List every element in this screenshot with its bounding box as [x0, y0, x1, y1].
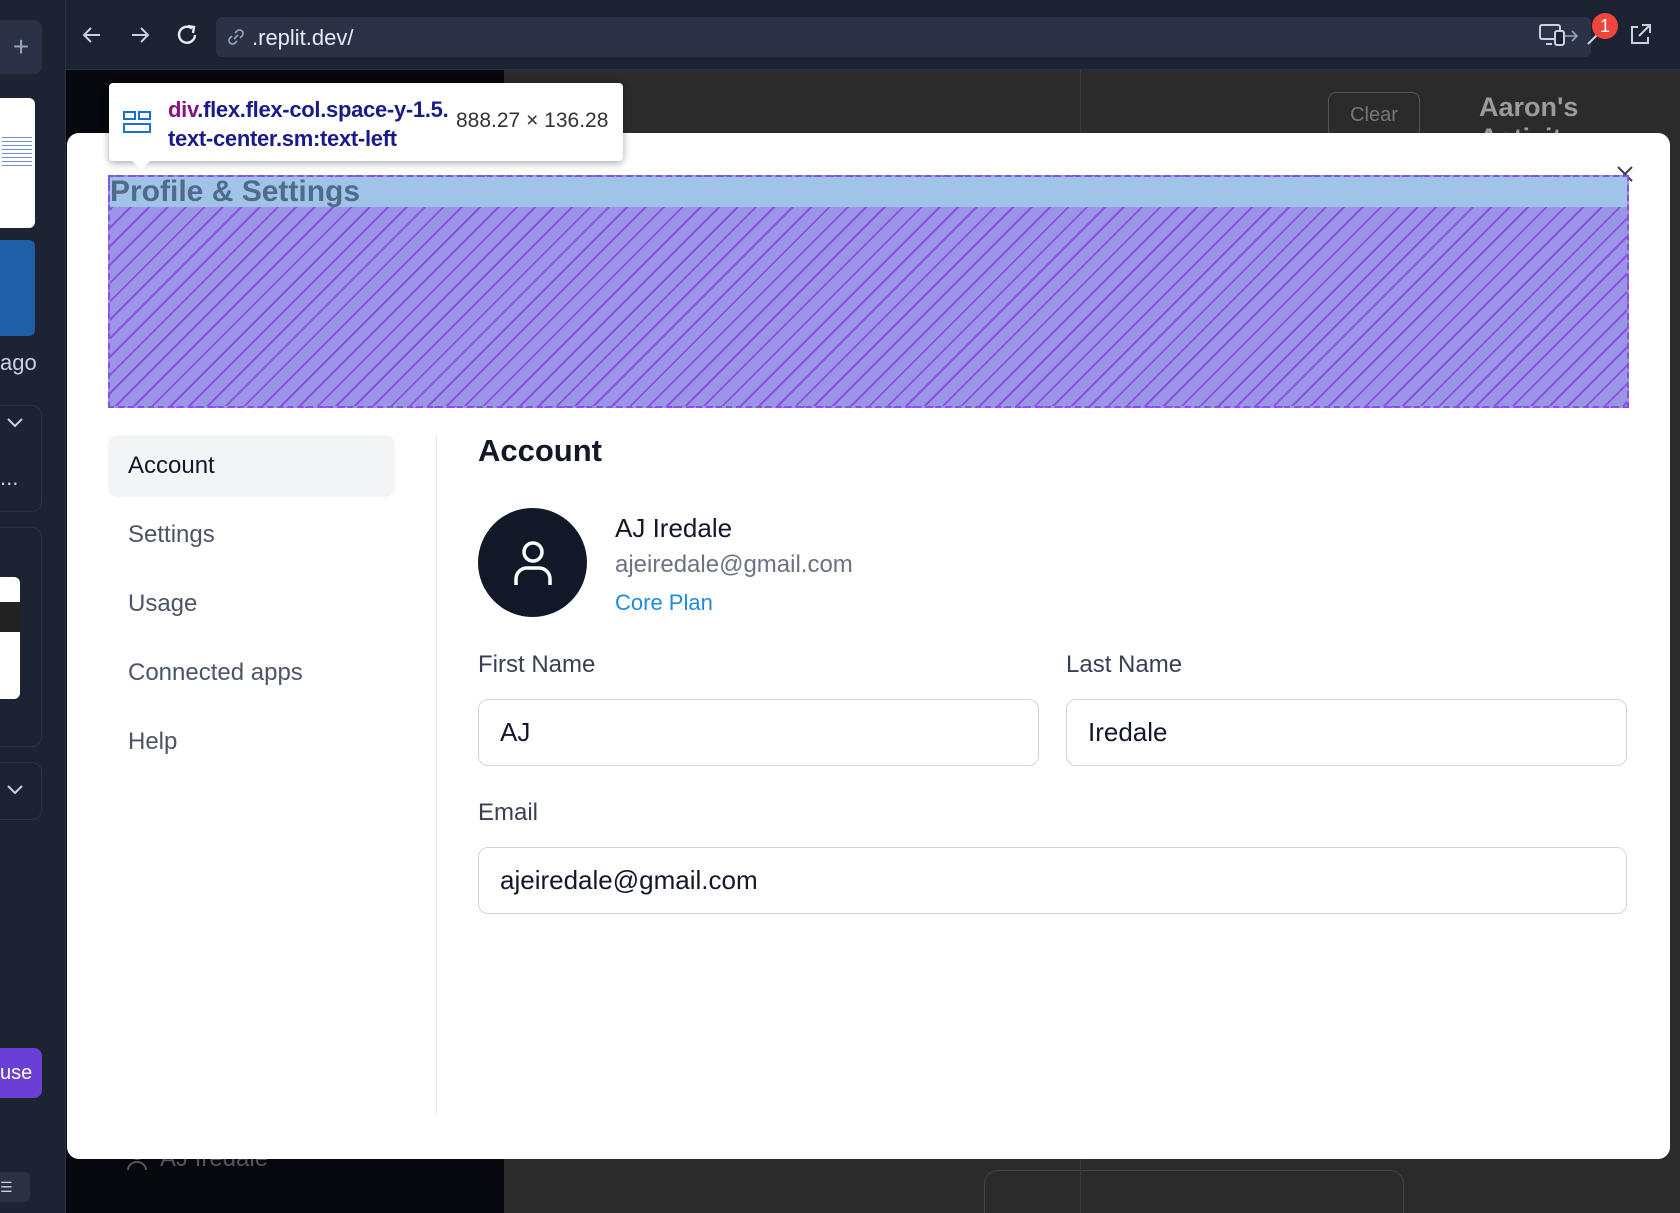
last-name-label: Last Name	[1066, 651, 1183, 678]
reload-icon[interactable]	[170, 18, 204, 52]
nav-item-help[interactable]: Help	[108, 711, 395, 773]
profile-settings-modal: Profile & Settings Account Settings Usag…	[67, 133, 1670, 1159]
section-title: Account	[478, 433, 602, 468]
notification-badge: 1	[1592, 13, 1618, 39]
plus-icon[interactable]: +	[0, 20, 42, 74]
background-input	[984, 1170, 1404, 1213]
profile-summary: AJ Iredale ajeiredale@gmail.com Core Pla…	[478, 508, 1178, 618]
menu-icon[interactable]: ☰	[0, 1172, 30, 1202]
browser-toolbar: .replit.dev/	[66, 0, 1680, 70]
devtools-inspect-tooltip: div.flex.flex-col.space-y-1.5. text-cente…	[109, 83, 623, 170]
settings-nav: Account Settings Usage Connected apps He…	[108, 435, 395, 780]
url-text[interactable]: .replit.dev/	[252, 25, 354, 51]
user-icon	[513, 540, 552, 585]
preview-thumbnail[interactable]	[0, 240, 35, 336]
profile-email: ajeiredale@gmail.com	[615, 551, 853, 578]
chevron-down-icon[interactable]	[6, 416, 24, 434]
email-label: Email	[478, 799, 539, 826]
forward-arrow-icon[interactable]	[123, 18, 157, 52]
collapsible-panel[interactable]	[0, 762, 42, 820]
nav-item-connected-apps[interactable]: Connected apps	[108, 642, 395, 704]
chevron-down-icon[interactable]	[6, 783, 24, 801]
avatar	[478, 508, 587, 617]
last-name-input[interactable]	[1066, 699, 1627, 766]
first-name-label: First Name	[478, 651, 596, 678]
left-sidebar: + ago ... use ☰	[0, 0, 66, 1213]
element-selector: div.flex.flex-col.space-y-1.5. text-cente…	[168, 95, 458, 153]
nav-item-account[interactable]: Account	[108, 435, 395, 497]
account-section: Account AJ Iredale ajeiredale@gmail.com …	[478, 433, 1630, 914]
plan-link[interactable]: Core Plan	[615, 590, 713, 616]
preview-thumbnail[interactable]	[0, 577, 20, 699]
use-button[interactable]: use	[0, 1048, 42, 1098]
nav-divider	[436, 435, 437, 1115]
devices-icon[interactable]	[1538, 22, 1566, 53]
nav-item-usage[interactable]: Usage	[108, 573, 395, 635]
email-input[interactable]	[478, 847, 1627, 914]
selector-classes-line2: text-center.sm:text-left	[168, 126, 397, 151]
link-icon	[226, 27, 246, 52]
grid-icon	[123, 111, 151, 138]
selector-classes-line1: .flex.flex-col.space-y-1.5.	[197, 97, 449, 122]
timestamp-text: ago	[0, 350, 37, 375]
clear-button: Clear	[1328, 92, 1420, 138]
external-link-icon[interactable]	[1627, 22, 1653, 53]
element-dimensions: 888.27 × 136.28	[456, 109, 609, 132]
preview-thumbnail[interactable]	[0, 98, 35, 228]
collapsible-panel[interactable]	[0, 405, 42, 512]
truncated-text: ...	[0, 465, 19, 490]
dialog-title: Profile & Settings	[110, 175, 361, 208]
nav-item-settings[interactable]: Settings	[108, 504, 395, 566]
first-name-input[interactable]	[478, 699, 1039, 766]
selector-tag: div	[168, 97, 198, 122]
url-bar[interactable]: .replit.dev/	[216, 17, 1591, 57]
profile-name: AJ Iredale	[615, 513, 733, 543]
dialog-header: Profile & Settings	[108, 175, 1629, 408]
back-arrow-icon[interactable]	[75, 18, 109, 52]
